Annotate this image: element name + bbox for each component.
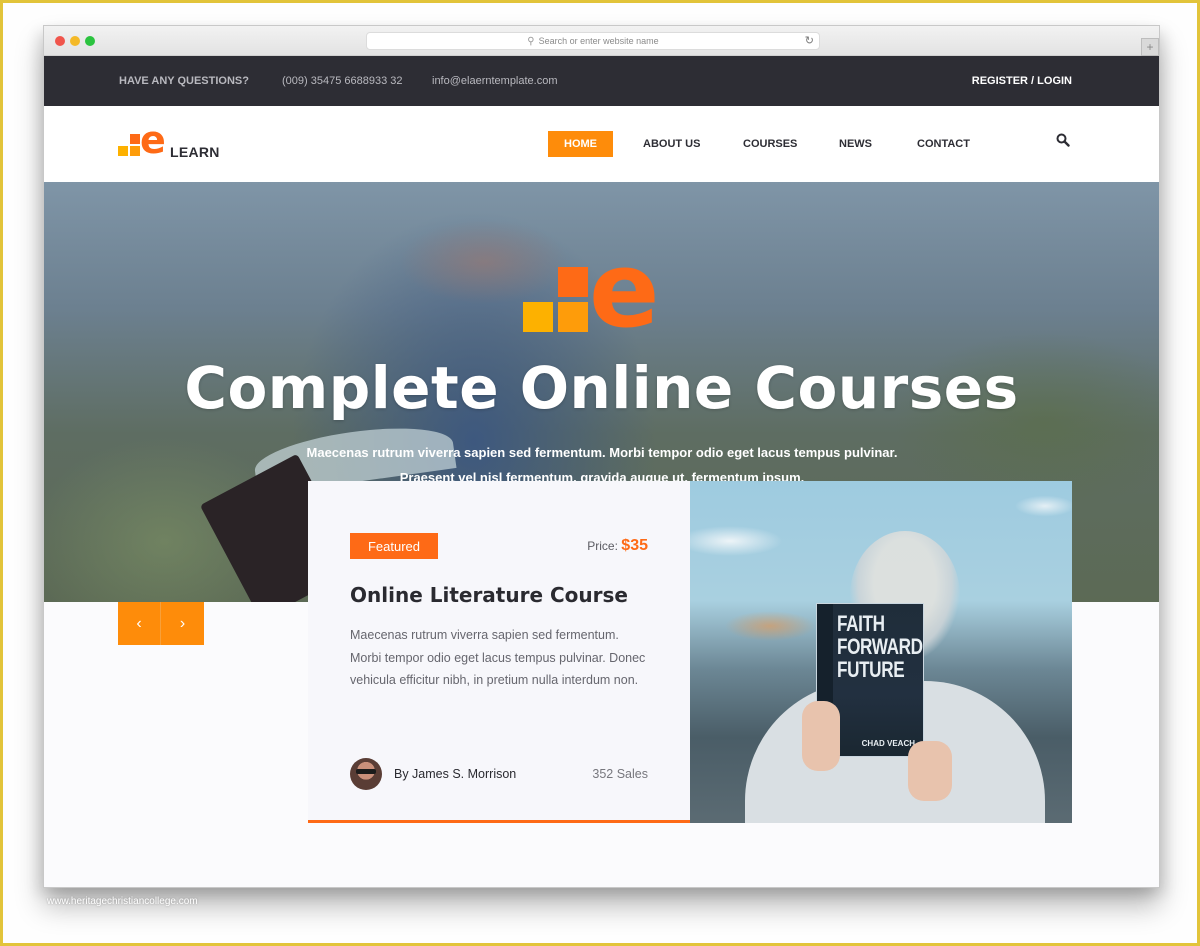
reload-icon[interactable]: ↻: [805, 34, 814, 47]
search-icon[interactable]: [1056, 133, 1072, 151]
hero-logo-square-red-orange: [558, 267, 588, 297]
slider-next-button[interactable]: ›: [161, 602, 204, 645]
chevron-right-icon: ›: [179, 614, 186, 632]
watermark-text: www.heritagechristiancollege.com: [47, 896, 198, 907]
questions-label: HAVE ANY QUESTIONS?: [119, 75, 249, 87]
site-logo[interactable]: e LEARN: [118, 121, 238, 162]
course-title[interactable]: Online Literature Course: [350, 583, 628, 607]
chevron-left-icon: ‹: [136, 614, 142, 632]
featured-course-card[interactable]: Featured Price: $35 Online Literature Co…: [308, 481, 690, 823]
avatar-glasses: [356, 769, 376, 774]
slider-navigation: ‹ ›: [118, 602, 204, 645]
image-book-title: FAITH FORWARD FUTURE: [837, 611, 923, 682]
browser-toolbar: ⚲ Search or enter website name ↻ +: [44, 26, 1159, 56]
course-author[interactable]: By James S. Morrison: [394, 767, 516, 781]
hero-title: Complete Online Courses: [184, 354, 1019, 422]
new-tab-button[interactable]: +: [1141, 38, 1159, 56]
address-placeholder: Search or enter website name: [538, 36, 659, 46]
nav-item-news[interactable]: NEWS: [823, 131, 888, 157]
hero-logo-square-yellow: [523, 302, 553, 332]
register-login-link[interactable]: REGISTER / LOGIN: [972, 75, 1072, 87]
image-book-author: CHAD VEACH: [861, 739, 915, 748]
hero-logo: e: [523, 238, 673, 342]
email-link[interactable]: info@elaerntemplate.com: [432, 75, 558, 87]
image-left-hand: [802, 701, 840, 771]
course-description: Maecenas rutrum viverra sapien sed ferme…: [350, 628, 646, 687]
logo-square-yellow: [118, 146, 128, 156]
course-image: FAITH FORWARD FUTURE CHAD VEACH: [690, 481, 1072, 823]
price-label: Price:: [587, 539, 618, 553]
close-window-button[interactable]: [55, 36, 65, 46]
featured-badge: Featured: [350, 533, 438, 559]
price-value: $35: [621, 537, 648, 554]
minimize-window-button[interactable]: [70, 36, 80, 46]
maximize-window-button[interactable]: [85, 36, 95, 46]
nav-item-home[interactable]: HOME: [548, 131, 613, 157]
nav-item-courses[interactable]: COURSES: [727, 131, 813, 157]
course-sales-count: 352 Sales: [592, 767, 648, 781]
search-icon: ⚲: [527, 35, 535, 47]
logo-square-orange: [130, 146, 140, 156]
hero-logo-square-orange: [558, 302, 588, 332]
nav-item-contact[interactable]: CONTACT: [901, 131, 986, 157]
logo-letter: e: [140, 118, 166, 162]
top-info-bar: HAVE ANY QUESTIONS? (009) 35475 6688933 …: [44, 56, 1159, 106]
nav-item-about-us[interactable]: ABOUT US: [627, 131, 716, 157]
slider-prev-button[interactable]: ‹: [118, 602, 161, 645]
hero-logo-letter: e: [589, 229, 660, 351]
logo-text: LEARN: [170, 144, 220, 160]
logo-square-red-orange: [130, 134, 140, 144]
main-navbar: e LEARN HOME ABOUT US COURSES NEWS CONTA…: [44, 106, 1159, 182]
address-bar[interactable]: ⚲ Search or enter website name ↻: [366, 32, 820, 50]
course-price: Price: $35: [587, 537, 648, 555]
phone-number: (009) 35475 6688933 32: [282, 75, 403, 87]
browser-window: ⚲ Search or enter website name ↻ + HAVE …: [43, 25, 1160, 888]
image-right-hand: [908, 741, 952, 801]
author-avatar: [350, 758, 382, 790]
